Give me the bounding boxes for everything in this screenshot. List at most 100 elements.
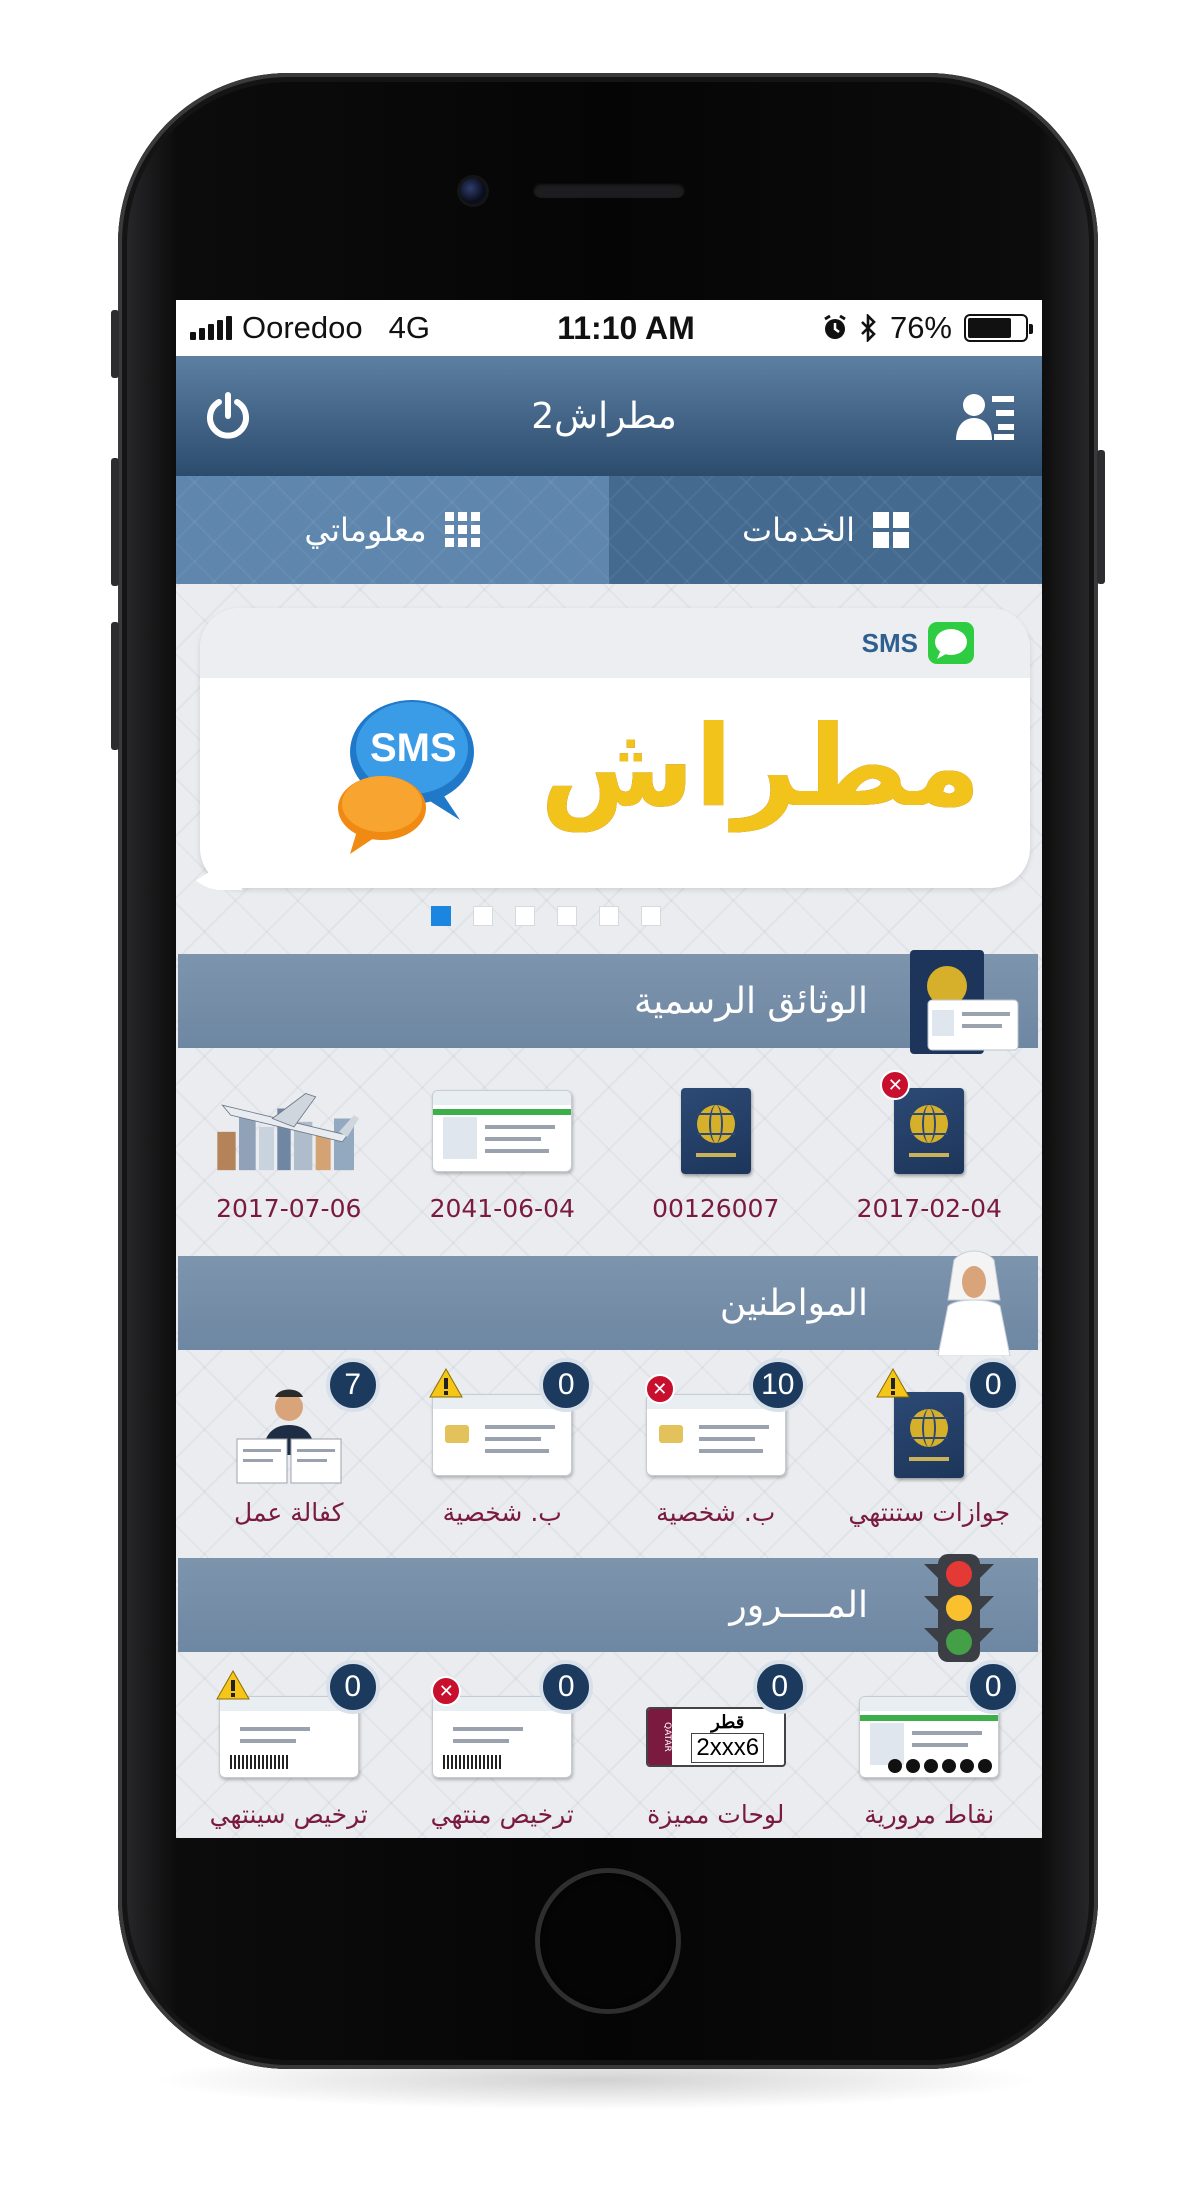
earpiece-speaker (533, 182, 685, 198)
count-badge: 0 (752, 1660, 807, 1714)
document-id-card[interactable]: 2041-06-04 (397, 1080, 607, 1223)
main-content: SMS SMS مطراش الوثائق الرسمية ✕ 2017-02-… (176, 584, 1042, 1838)
volume-down-button (111, 622, 119, 750)
documents-icon (910, 950, 1019, 1054)
citizens-grid: 0 جوازات ستنتهي ✕ 10 ب. شخصية 0 ب. شخصية (176, 1358, 1042, 1527)
network-type: 4G (388, 310, 430, 345)
tab-bar: معلوماتي الخدمات (176, 476, 1042, 584)
section-title: المواطنين (719, 1282, 868, 1324)
item-label: جوازات ستنتهي (848, 1498, 1011, 1527)
traffic-registration-expired[interactable]: ✕ 0 ترخيص منتهي (397, 1660, 607, 1829)
battery-percent: 76% (889, 310, 952, 345)
citizen-passports-expiring[interactable]: 0 جوازات ستنتهي (824, 1358, 1034, 1527)
item-value: 2017-07-06 (216, 1194, 362, 1223)
document-residency[interactable]: 2017-07-06 (184, 1080, 394, 1223)
count-badge: 0 (966, 1660, 1021, 1714)
plate-top-text: قطر (711, 1711, 745, 1732)
slide-dot[interactable] (599, 906, 619, 926)
passport-icon (894, 1392, 965, 1478)
sms-tag-label: SMS (861, 627, 918, 658)
power-icon[interactable] (202, 390, 254, 442)
passport-icon (894, 1088, 965, 1174)
item-label: ترخيص منتهي (430, 1800, 574, 1829)
error-icon: ✕ (644, 1374, 675, 1404)
power-button (1097, 450, 1105, 584)
section-title: المــــرور (729, 1584, 868, 1626)
traffic-light-icon (924, 1554, 994, 1662)
plate-country: QATAR (647, 1709, 672, 1765)
warning-icon (429, 1368, 464, 1398)
citizen-id-expiring[interactable]: 0 ب. شخصية (397, 1358, 607, 1527)
carrier-name: Ooredoo (242, 310, 363, 345)
item-label: ب. شخصية (656, 1498, 776, 1527)
traffic-grid: 0 نقاط مرورية QATAR قطر 2xxx6 0 لوحات مميز… (176, 1660, 1042, 1829)
count-badge: 0 (539, 1358, 594, 1412)
count-badge: 0 (539, 1660, 594, 1714)
passport-icon (680, 1088, 751, 1174)
promo-banner[interactable]: SMS SMS مطراش (182, 608, 1030, 890)
sms-bubble-text: SMS (370, 726, 457, 770)
section-title: الوثائق الرسمية (633, 980, 868, 1022)
document-passport-number[interactable]: 00126007 (611, 1080, 821, 1223)
page-title: مطراش2 (531, 395, 677, 437)
traffic-special-plates[interactable]: QATAR قطر 2xxx6 0 لوحات مميزة (611, 1660, 821, 1829)
count-badge: 7 (325, 1358, 380, 1412)
item-label: ب. شخصية (442, 1498, 562, 1527)
battery-icon (964, 314, 1033, 342)
page: Ooredoo 4G 11:10 AM 76% مطراش2 معلوماتي (0, 0, 1189, 2199)
banner-bubble-tail (182, 850, 242, 890)
item-label: ترخيص سينتهي (209, 1800, 368, 1829)
id-card-icon (432, 1090, 573, 1172)
message-icon (928, 622, 974, 664)
alarm-icon (824, 314, 846, 339)
item-value: 00126007 (652, 1194, 780, 1223)
citizen-id-expired[interactable]: ✕ 10 ب. شخصية (611, 1358, 821, 1527)
slide-dot[interactable] (515, 906, 535, 926)
front-camera (460, 178, 486, 204)
slide-dot[interactable] (641, 906, 661, 926)
traffic-registration-expiring[interactable]: 0 ترخيص سينتهي (184, 1660, 394, 1829)
status-bar: Ooredoo 4G 11:10 AM 76% (176, 300, 1042, 356)
banner-header: SMS (200, 608, 1030, 678)
grid-icon (444, 512, 480, 547)
count-badge: 10 (748, 1358, 807, 1412)
user-menu-icon[interactable] (954, 388, 1016, 444)
license-plate-icon: QATAR قطر 2xxx6 (645, 1707, 786, 1767)
count-badge: 0 (966, 1358, 1021, 1412)
traffic-points[interactable]: 0 نقاط مرورية (824, 1660, 1034, 1829)
bluetooth-icon (861, 314, 876, 342)
tab-my-info[interactable]: معلوماتي (176, 476, 609, 584)
slide-dot[interactable] (431, 906, 451, 926)
clock: 11:10 AM (557, 309, 695, 346)
tab-services[interactable]: الخدمات (609, 476, 1042, 584)
documents-grid: ✕ 2017-02-04 00126007 2041-06-04 2017-07… (176, 1070, 1042, 1223)
windows-icon (873, 512, 910, 548)
slide-dot[interactable] (473, 906, 493, 926)
volume-up-button (111, 458, 119, 586)
mute-switch (111, 310, 119, 378)
item-label: كفالة عمل (234, 1498, 344, 1527)
section-official-documents: الوثائق الرسمية (178, 950, 1038, 1054)
app-screen: Ooredoo 4G 11:10 AM 76% مطراش2 معلوماتي (176, 300, 1042, 1838)
tab-label: معلوماتي (304, 511, 427, 549)
warning-icon (215, 1670, 250, 1700)
app-header: مطراش2 (176, 356, 1042, 476)
item-value: 2017-02-04 (856, 1194, 1002, 1223)
document-passport-expiry[interactable]: ✕ 2017-02-04 (824, 1070, 1034, 1223)
count-badge: 0 (325, 1660, 380, 1714)
slide-indicator (176, 906, 1042, 926)
item-value: 2041-06-04 (429, 1194, 575, 1223)
citizen-icon (937, 1250, 1011, 1356)
citizen-work-sponsorship[interactable]: 7 كفالة عمل (184, 1358, 394, 1527)
slide-dot[interactable] (557, 906, 577, 926)
home-button[interactable] (540, 1873, 676, 2009)
section-traffic: المــــرور (178, 1554, 1038, 1662)
app-logo: مطراش (540, 702, 982, 832)
warning-icon (876, 1368, 911, 1398)
signal-icon (190, 316, 232, 340)
tab-label: الخدمات (741, 511, 856, 549)
section-citizens: المواطنين (178, 1250, 1038, 1356)
plate-number: 2xxx6 (691, 1732, 765, 1763)
item-label: لوحات مميزة (647, 1800, 785, 1829)
sms-bubbles-icon: SMS (330, 690, 480, 860)
